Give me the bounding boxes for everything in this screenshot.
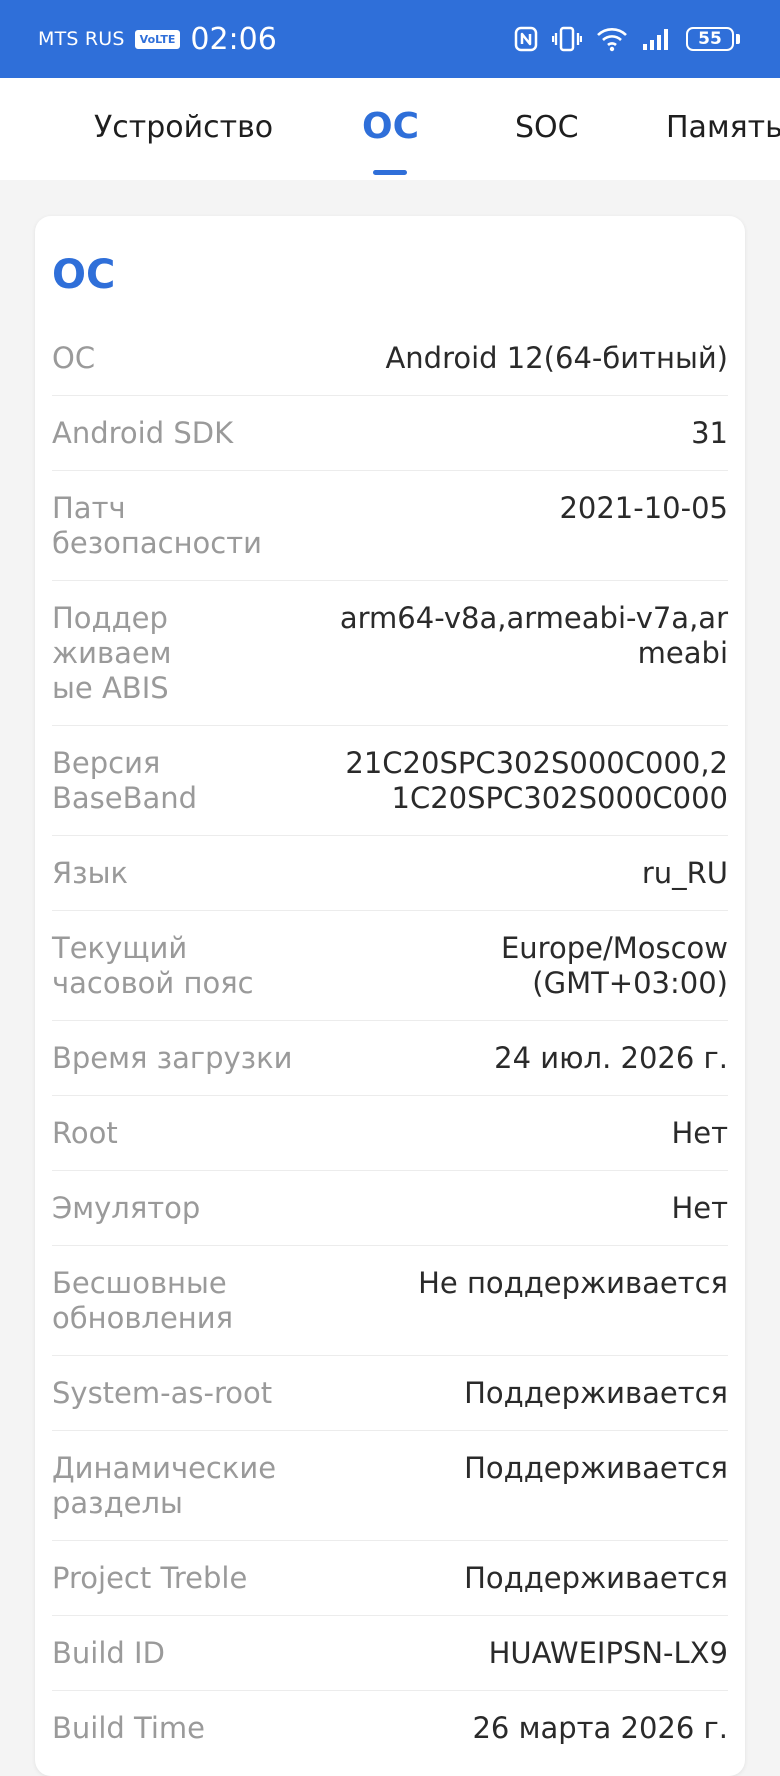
row-value: 24 июл. 2026 г. (494, 1041, 728, 1075)
row-value: 2021-10-05 (559, 491, 728, 525)
battery-level: 55 (698, 29, 722, 49)
divider (52, 1095, 728, 1096)
row-label: Патч безопасности (52, 491, 262, 560)
row-label: Build Time (52, 1711, 205, 1745)
tab-os[interactable]: ОС (362, 106, 419, 147)
section-title: ОС (52, 252, 116, 298)
row-value: Поддерживается (464, 1451, 728, 1485)
status-bar: MTS RUS VoLTE 02:06 55 (0, 0, 780, 78)
row-value: 26 марта 2026 г. (472, 1711, 728, 1745)
row-label: Текущий часовой пояс (52, 931, 254, 1000)
row-value: Не поддерживается (418, 1266, 728, 1300)
row-value: 21C20SPC302S000C000,21C20SPC302S000C000 (345, 746, 728, 815)
row-label: Build ID (52, 1636, 165, 1670)
divider (52, 1430, 728, 1431)
tab-memory[interactable]: Память (666, 110, 780, 145)
vibrate-icon (552, 26, 582, 52)
tab-device[interactable]: Устройство (94, 110, 273, 145)
wifi-icon (597, 28, 627, 52)
divider (52, 1615, 728, 1616)
row-value: 31 (691, 416, 728, 450)
divider (52, 1170, 728, 1171)
row-value: Нет (671, 1116, 728, 1150)
row-value: Europe/Moscow (GMT+03:00) (500, 931, 728, 1000)
active-tab-indicator (373, 170, 407, 175)
divider (52, 580, 728, 581)
divider (52, 1245, 728, 1246)
tab-soc[interactable]: SOC (515, 110, 579, 145)
row-value: Поддерживается (464, 1376, 728, 1410)
row-value: Нет (671, 1191, 728, 1225)
divider (52, 470, 728, 471)
divider (52, 725, 728, 726)
divider (52, 910, 728, 911)
signal-icon (643, 29, 668, 50)
volte-badge: VoLTE (134, 29, 181, 49)
row-value: HUAWEIPSN-LX9 (488, 1636, 728, 1670)
divider (52, 835, 728, 836)
battery-icon: 55 (686, 27, 740, 51)
divider (52, 1020, 728, 1021)
row-label: Версия BaseBand (52, 746, 198, 815)
row-label: Бесшовные обновления (52, 1266, 234, 1335)
row-value: ru_RU (641, 856, 728, 890)
row-label: Эмулятор (52, 1191, 201, 1225)
row-value: Android 12(64-битный) (385, 341, 728, 375)
row-value: Поддерживается (464, 1561, 728, 1595)
row-label: Root (52, 1116, 118, 1150)
divider (52, 1355, 728, 1356)
divider (52, 1540, 728, 1541)
row-label: ОС (52, 341, 96, 375)
row-value: arm64-v8a,armeabi-v7a,armeabi (339, 601, 728, 670)
tab-bar: Устройство ОС SOC Память (0, 78, 780, 180)
row-label: Динамические разделы (52, 1451, 277, 1520)
nfc-icon (514, 26, 538, 52)
divider (52, 1690, 728, 1691)
carrier-name: MTS RUS (38, 28, 125, 50)
status-time: 02:06 (190, 21, 277, 57)
row-label: Язык (52, 856, 128, 890)
row-label: Поддерживаемые ABIS (52, 601, 172, 705)
divider (52, 395, 728, 396)
